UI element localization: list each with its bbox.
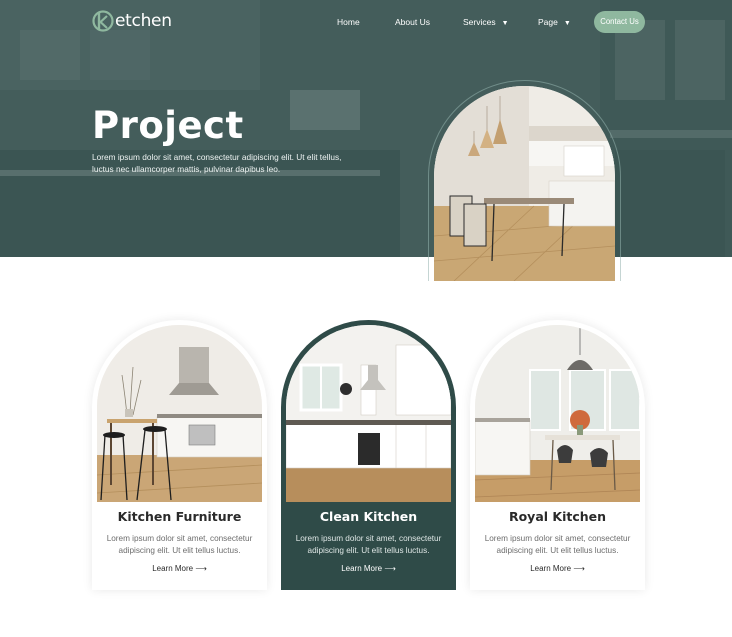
- hero-description: Lorem ipsum dolor sit amet, consectetur …: [92, 152, 342, 174]
- project-card-royal-kitchen[interactable]: Royal Kitchen Lorem ipsum dolor sit amet…: [470, 320, 645, 590]
- learn-more-link[interactable]: Learn More ⟶: [92, 564, 267, 573]
- brand-name: etchen: [115, 11, 172, 31]
- dining-kitchen-illustration: [434, 86, 615, 281]
- nav-item-services[interactable]: Services ▼: [463, 11, 509, 33]
- card-image: [97, 325, 262, 502]
- card-image: [475, 325, 640, 502]
- brand-logo[interactable]: etchen: [92, 9, 172, 33]
- nav-item-label: About Us: [395, 17, 430, 27]
- learn-more-label: Learn More: [341, 564, 383, 573]
- project-card-kitchen-furniture[interactable]: Kitchen Furniture Lorem ipsum dolor sit …: [92, 320, 267, 590]
- card-description: Lorem ipsum dolor sit amet, consectetur …: [106, 534, 253, 555]
- nav-item-label: Services: [463, 17, 496, 27]
- chevron-down-icon: ▼: [501, 20, 509, 27]
- card-description: Lorem ipsum dolor sit amet, consectetur …: [295, 534, 442, 555]
- learn-more-link[interactable]: Learn More ⟶: [281, 564, 456, 573]
- card-description: Lorem ipsum dolor sit amet, consectetur …: [484, 534, 631, 555]
- card-title: Royal Kitchen: [508, 509, 607, 524]
- card-title: Clean Kitchen: [319, 509, 418, 524]
- hero-kitchen-image: [434, 86, 615, 281]
- project-card-clean-kitchen[interactable]: Clean Kitchen Lorem ipsum dolor sit amet…: [281, 320, 456, 590]
- nav-item-page[interactable]: Page ▼: [538, 11, 571, 33]
- kitchen-furniture-illustration: [97, 325, 262, 502]
- learn-more-link[interactable]: Learn More ⟶: [470, 564, 645, 573]
- arrow-right-icon: ⟶: [573, 564, 585, 573]
- card-title: Kitchen Furniture: [117, 509, 242, 524]
- arrow-right-icon: ⟶: [195, 564, 207, 573]
- arrow-right-icon: ⟶: [384, 564, 396, 573]
- nav-item-home[interactable]: Home: [337, 11, 360, 33]
- nav-item-about[interactable]: About Us: [395, 11, 430, 33]
- card-image: [286, 325, 451, 502]
- royal-kitchen-illustration: [475, 325, 640, 502]
- contact-us-button[interactable]: Contact Us: [594, 11, 645, 33]
- clean-kitchen-illustration: [286, 325, 451, 502]
- logo-mark-icon: [92, 10, 114, 32]
- nav-item-label: Home: [337, 17, 360, 27]
- page-title: Project: [92, 104, 244, 147]
- learn-more-label: Learn More: [530, 564, 572, 573]
- nav-item-label: Page: [538, 17, 558, 27]
- learn-more-label: Learn More: [152, 564, 194, 573]
- chevron-down-icon: ▼: [563, 20, 571, 27]
